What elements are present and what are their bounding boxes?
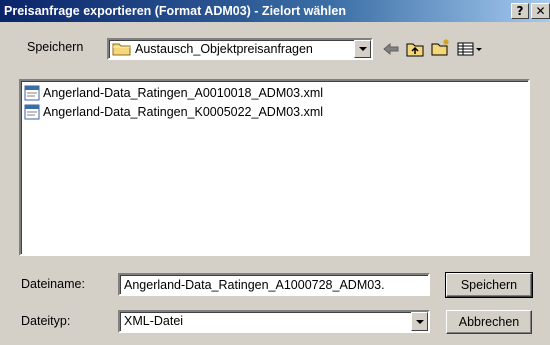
filename-input[interactable]: Angerland-Data_Ratingen_A1000728_ADM03.	[118, 273, 430, 296]
chevron-down-icon	[415, 319, 424, 324]
title-bar: Preisanfrage exportieren (Format ADM03) …	[0, 0, 550, 22]
save-in-dropdown-button[interactable]	[354, 40, 371, 58]
back-arrow-icon[interactable]	[381, 40, 401, 58]
filetype-label: Dateityp:	[21, 314, 71, 328]
up-folder-icon[interactable]	[405, 40, 425, 58]
file-name: Angerland-Data_Ratingen_A0010018_ADM03.x…	[43, 86, 324, 100]
filetype-value: XML-Datei	[124, 314, 184, 328]
list-item[interactable]: Angerland-Data_Ratingen_A0010018_ADM03.x…	[24, 84, 323, 102]
save-button[interactable]: Speichern	[445, 272, 533, 298]
file-name: Angerland-Data_Ratingen_K0005022_ADM03.x…	[43, 105, 324, 119]
filename-value: Angerland-Data_Ratingen_A1000728_ADM03.	[124, 278, 385, 292]
window-title: Preisanfrage exportieren (Format ADM03) …	[4, 4, 346, 18]
save-in-value: Austausch_Objektpreisanfragen	[135, 42, 313, 56]
xml-file-icon	[24, 104, 40, 120]
new-folder-icon[interactable]	[431, 38, 451, 56]
view-menu-icon[interactable]	[456, 40, 484, 58]
filetype-dropdown[interactable]: XML-Datei	[118, 310, 430, 333]
close-button[interactable]: ✕	[531, 3, 550, 19]
file-list[interactable]: Angerland-Data_Ratingen_A0010018_ADM03.x…	[19, 79, 530, 256]
chevron-down-icon	[358, 47, 367, 51]
help-button[interactable]: ?	[511, 3, 529, 19]
save-in-label: Speichern	[27, 40, 84, 54]
xml-file-icon	[24, 85, 40, 101]
filetype-dropdown-button[interactable]	[411, 312, 428, 331]
filename-label: Dateiname:	[21, 277, 85, 291]
list-item[interactable]: Angerland-Data_Ratingen_K0005022_ADM03.x…	[24, 103, 323, 121]
cancel-button[interactable]: Abbrechen	[446, 310, 532, 334]
folder-icon	[112, 43, 131, 56]
save-in-dropdown[interactable]: Austausch_Objektpreisanfragen	[107, 38, 373, 60]
